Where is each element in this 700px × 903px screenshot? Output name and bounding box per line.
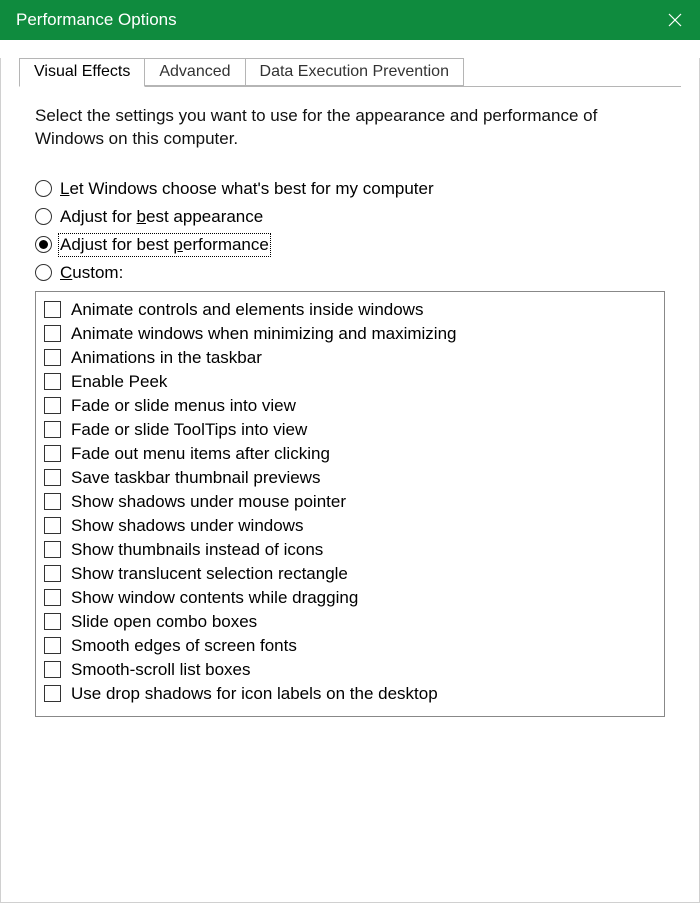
- checkbox-icon: [44, 565, 61, 582]
- check-item[interactable]: Show shadows under windows: [44, 514, 656, 538]
- checkbox-icon: [44, 493, 61, 510]
- check-item[interactable]: Use drop shadows for icon labels on the …: [44, 682, 656, 706]
- radio-icon: [35, 180, 52, 197]
- check-item[interactable]: Fade or slide menus into view: [44, 394, 656, 418]
- dialog-body: Visual Effects Advanced Data Execution P…: [0, 58, 700, 903]
- radio-label: Adjust for best performance: [60, 235, 269, 255]
- check-label: Smooth-scroll list boxes: [71, 660, 251, 680]
- tab-visual-effects[interactable]: Visual Effects: [19, 58, 145, 87]
- check-item[interactable]: Animations in the taskbar: [44, 346, 656, 370]
- check-label: Show thumbnails instead of icons: [71, 540, 323, 560]
- checkbox-icon: [44, 685, 61, 702]
- check-item[interactable]: Animate windows when minimizing and maxi…: [44, 322, 656, 346]
- check-item[interactable]: Smooth edges of screen fonts: [44, 634, 656, 658]
- checkbox-icon: [44, 613, 61, 630]
- radio-let-windows[interactable]: Let Windows choose what's best for my co…: [35, 179, 665, 199]
- close-icon: [668, 13, 682, 27]
- tab-dep[interactable]: Data Execution Prevention: [245, 58, 464, 86]
- radio-label: Adjust for best appearance: [60, 207, 263, 227]
- check-label: Fade or slide menus into view: [71, 396, 296, 416]
- check-item[interactable]: Show window contents while dragging: [44, 586, 656, 610]
- check-label: Show window contents while dragging: [71, 588, 358, 608]
- radio-best-appearance[interactable]: Adjust for best appearance: [35, 207, 665, 227]
- radio-best-performance[interactable]: Adjust for best performance: [35, 235, 665, 255]
- checkbox-icon: [44, 325, 61, 342]
- check-item[interactable]: Animate controls and elements inside win…: [44, 298, 656, 322]
- check-label: Enable Peek: [71, 372, 167, 392]
- check-item[interactable]: Fade out menu items after clicking: [44, 442, 656, 466]
- check-label: Animate controls and elements inside win…: [71, 300, 423, 320]
- check-label: Show shadows under mouse pointer: [71, 492, 346, 512]
- checkbox-icon: [44, 349, 61, 366]
- radio-label: Let Windows choose what's best for my co…: [60, 179, 434, 199]
- tab-panel-visual-effects: Select the settings you want to use for …: [19, 86, 681, 727]
- checkbox-icon: [44, 541, 61, 558]
- check-label: Smooth edges of screen fonts: [71, 636, 297, 656]
- intro-text: Select the settings you want to use for …: [35, 105, 665, 151]
- window-title: Performance Options: [16, 10, 177, 30]
- check-item[interactable]: Slide open combo boxes: [44, 610, 656, 634]
- radio-icon: [35, 264, 52, 281]
- radio-icon: [35, 208, 52, 225]
- check-item[interactable]: Show translucent selection rectangle: [44, 562, 656, 586]
- radio-icon: [35, 236, 52, 253]
- tab-advanced[interactable]: Advanced: [144, 58, 245, 86]
- radio-group-effects-mode: Let Windows choose what's best for my co…: [35, 179, 665, 283]
- checkbox-icon: [44, 301, 61, 318]
- checkbox-icon: [44, 445, 61, 462]
- checkbox-icon: [44, 397, 61, 414]
- check-label: Show translucent selection rectangle: [71, 564, 348, 584]
- visual-effects-list[interactable]: Animate controls and elements inside win…: [35, 291, 665, 717]
- check-item[interactable]: Smooth-scroll list boxes: [44, 658, 656, 682]
- check-label: Animations in the taskbar: [71, 348, 262, 368]
- check-item[interactable]: Enable Peek: [44, 370, 656, 394]
- tabstrip: Visual Effects Advanced Data Execution P…: [19, 58, 699, 86]
- check-label: Animate windows when minimizing and maxi…: [71, 324, 457, 344]
- checkbox-icon: [44, 469, 61, 486]
- checkbox-icon: [44, 373, 61, 390]
- check-label: Slide open combo boxes: [71, 612, 257, 632]
- checkbox-icon: [44, 589, 61, 606]
- checkbox-icon: [44, 421, 61, 438]
- check-item[interactable]: Show shadows under mouse pointer: [44, 490, 656, 514]
- check-label: Save taskbar thumbnail previews: [71, 468, 320, 488]
- check-label: Fade or slide ToolTips into view: [71, 420, 307, 440]
- titlebar: Performance Options: [0, 0, 700, 40]
- check-label: Show shadows under windows: [71, 516, 303, 536]
- check-item[interactable]: Save taskbar thumbnail previews: [44, 466, 656, 490]
- radio-label: Custom:: [60, 263, 123, 283]
- checkbox-icon: [44, 661, 61, 678]
- close-button[interactable]: [650, 0, 700, 40]
- check-item[interactable]: Fade or slide ToolTips into view: [44, 418, 656, 442]
- check-label: Fade out menu items after clicking: [71, 444, 330, 464]
- check-item[interactable]: Show thumbnails instead of icons: [44, 538, 656, 562]
- checkbox-icon: [44, 517, 61, 534]
- checkbox-icon: [44, 637, 61, 654]
- check-label: Use drop shadows for icon labels on the …: [71, 684, 438, 704]
- radio-custom[interactable]: Custom:: [35, 263, 665, 283]
